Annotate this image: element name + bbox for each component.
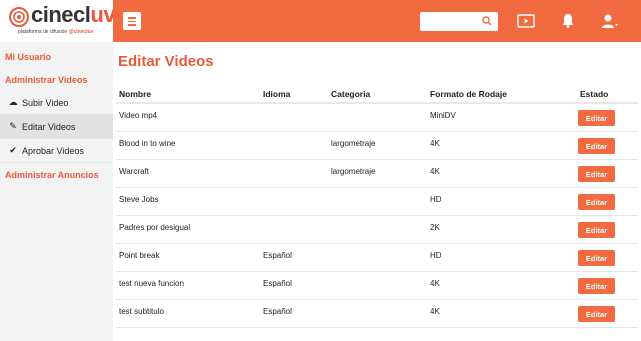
cell-format: HD xyxy=(430,195,442,204)
cell-format: 4K xyxy=(430,167,440,176)
bell-icon[interactable] xyxy=(558,11,578,31)
edit-button[interactable]: Editar xyxy=(578,306,615,322)
brand-tagline-handle: @cinecluv xyxy=(68,29,94,35)
cell-language: Español xyxy=(263,251,292,260)
column-header-status: Estado xyxy=(580,89,609,99)
menu-icon xyxy=(128,17,136,19)
cell-format: 4K xyxy=(430,139,440,148)
edit-button[interactable]: Editar xyxy=(578,250,615,266)
menu-toggle-button[interactable] xyxy=(123,12,141,30)
top-navbar xyxy=(113,0,641,42)
cell-name: Padres por desigual xyxy=(119,223,191,232)
edit-button[interactable]: Editar xyxy=(578,222,615,238)
sidebar-item-label: Aprobar Videos xyxy=(22,145,84,156)
column-header-language: Idioma xyxy=(263,89,291,99)
table-row: Blood in to wine largometraje 4K Editar xyxy=(116,132,638,160)
cell-category: largometraje xyxy=(331,167,376,176)
upload-icon: ☁ xyxy=(8,97,18,107)
edit-button[interactable]: Editar xyxy=(578,138,615,154)
sidebar-item-edit-videos[interactable]: ✎ Editar Videos xyxy=(0,115,113,139)
column-header-category: Categoria xyxy=(331,89,371,99)
cell-format: 4K xyxy=(430,279,440,288)
brand-name-accent: uv xyxy=(90,2,116,27)
cell-name: test nueva funcion xyxy=(119,279,184,288)
cell-name: Video mp4 xyxy=(119,111,158,120)
table-body: Video mp4 MiniDV Editar Blood in to wine lar… xyxy=(116,104,638,328)
cell-name: Steve Jobs xyxy=(119,195,159,204)
edit-button[interactable]: Editar xyxy=(578,278,615,294)
check-icon: ✔ xyxy=(9,145,17,155)
table-row: test subtitulo Español 4K Editar xyxy=(116,300,638,328)
table-row: Video mp4 MiniDV Editar xyxy=(116,104,638,132)
brand-tagline-text: plataforma de difusión xyxy=(18,29,68,35)
table-row: Warcraft largometraje 4K Editar xyxy=(116,160,638,188)
edit-button[interactable]: Editar xyxy=(578,110,615,126)
table-row: test nueva funcion Español 4K Editar xyxy=(116,272,638,300)
menu-icon-line xyxy=(128,24,136,26)
sidebar-item-approve-videos[interactable]: ✔ Aprobar Videos xyxy=(0,139,113,163)
cell-format: 2K xyxy=(430,223,440,232)
cell-name: Blood in to wine xyxy=(119,139,176,148)
videos-table: Nombre Idioma Categoria Formato de Rodaj… xyxy=(116,84,638,328)
logo[interactable]: cinecluv plataforma de difusión @cineclu… xyxy=(0,0,116,42)
brand-name: cinecluv xyxy=(31,2,116,28)
table-header: Nombre Idioma Categoria Formato de Rodaj… xyxy=(116,84,638,104)
page-title: Editar Videos xyxy=(118,53,214,70)
sidebar-link-admin-videos[interactable]: Administrar Videos xyxy=(5,75,87,85)
cell-name: Warcraft xyxy=(119,167,149,176)
sidebar-link-my-user[interactable]: Mi Usuario xyxy=(5,52,51,62)
sidebar-item-label: Subir Video xyxy=(22,97,69,108)
user-icon[interactable] xyxy=(599,11,619,31)
sidebar-item-upload-video[interactable]: ☁ Subir Video xyxy=(0,91,113,115)
column-header-format: Formato de Rodaje xyxy=(430,89,507,99)
video-player-icon[interactable] xyxy=(516,11,536,31)
cell-category: largometraje xyxy=(331,139,376,148)
edit-button[interactable]: Editar xyxy=(578,166,615,182)
search-input[interactable] xyxy=(420,12,498,31)
menu-icon-line xyxy=(128,20,136,22)
table-row: Steve Jobs HD Editar xyxy=(116,188,638,216)
table-row: Point break Español HD Editar xyxy=(116,244,638,272)
cinecluv-logo-icon xyxy=(9,7,29,27)
brand-tagline: plataforma de difusión @cinecluv xyxy=(18,29,93,35)
sidebar: Mi Usuario Administrar Videos ☁ Subir Vi… xyxy=(0,42,113,341)
edit-button[interactable]: Editar xyxy=(578,194,615,210)
search-icon[interactable] xyxy=(482,16,492,26)
cell-format: 4K xyxy=(430,307,440,316)
cell-name: test subtitulo xyxy=(119,307,164,316)
brand-name-main: cinecl xyxy=(31,2,91,27)
cell-format: HD xyxy=(430,251,442,260)
sidebar-link-admin-ads[interactable]: Administrar Anuncios xyxy=(5,170,99,180)
cell-name: Point break xyxy=(119,251,160,260)
cell-format: MiniDV xyxy=(430,111,456,120)
sidebar-item-label: Editar Videos xyxy=(22,121,76,132)
pencil-icon: ✎ xyxy=(9,121,17,131)
table-row: Padres por desigual 2K Editar xyxy=(116,216,638,244)
cell-language: Español xyxy=(263,279,292,288)
cell-language: Español xyxy=(263,307,292,316)
column-header-name: Nombre xyxy=(119,89,152,99)
